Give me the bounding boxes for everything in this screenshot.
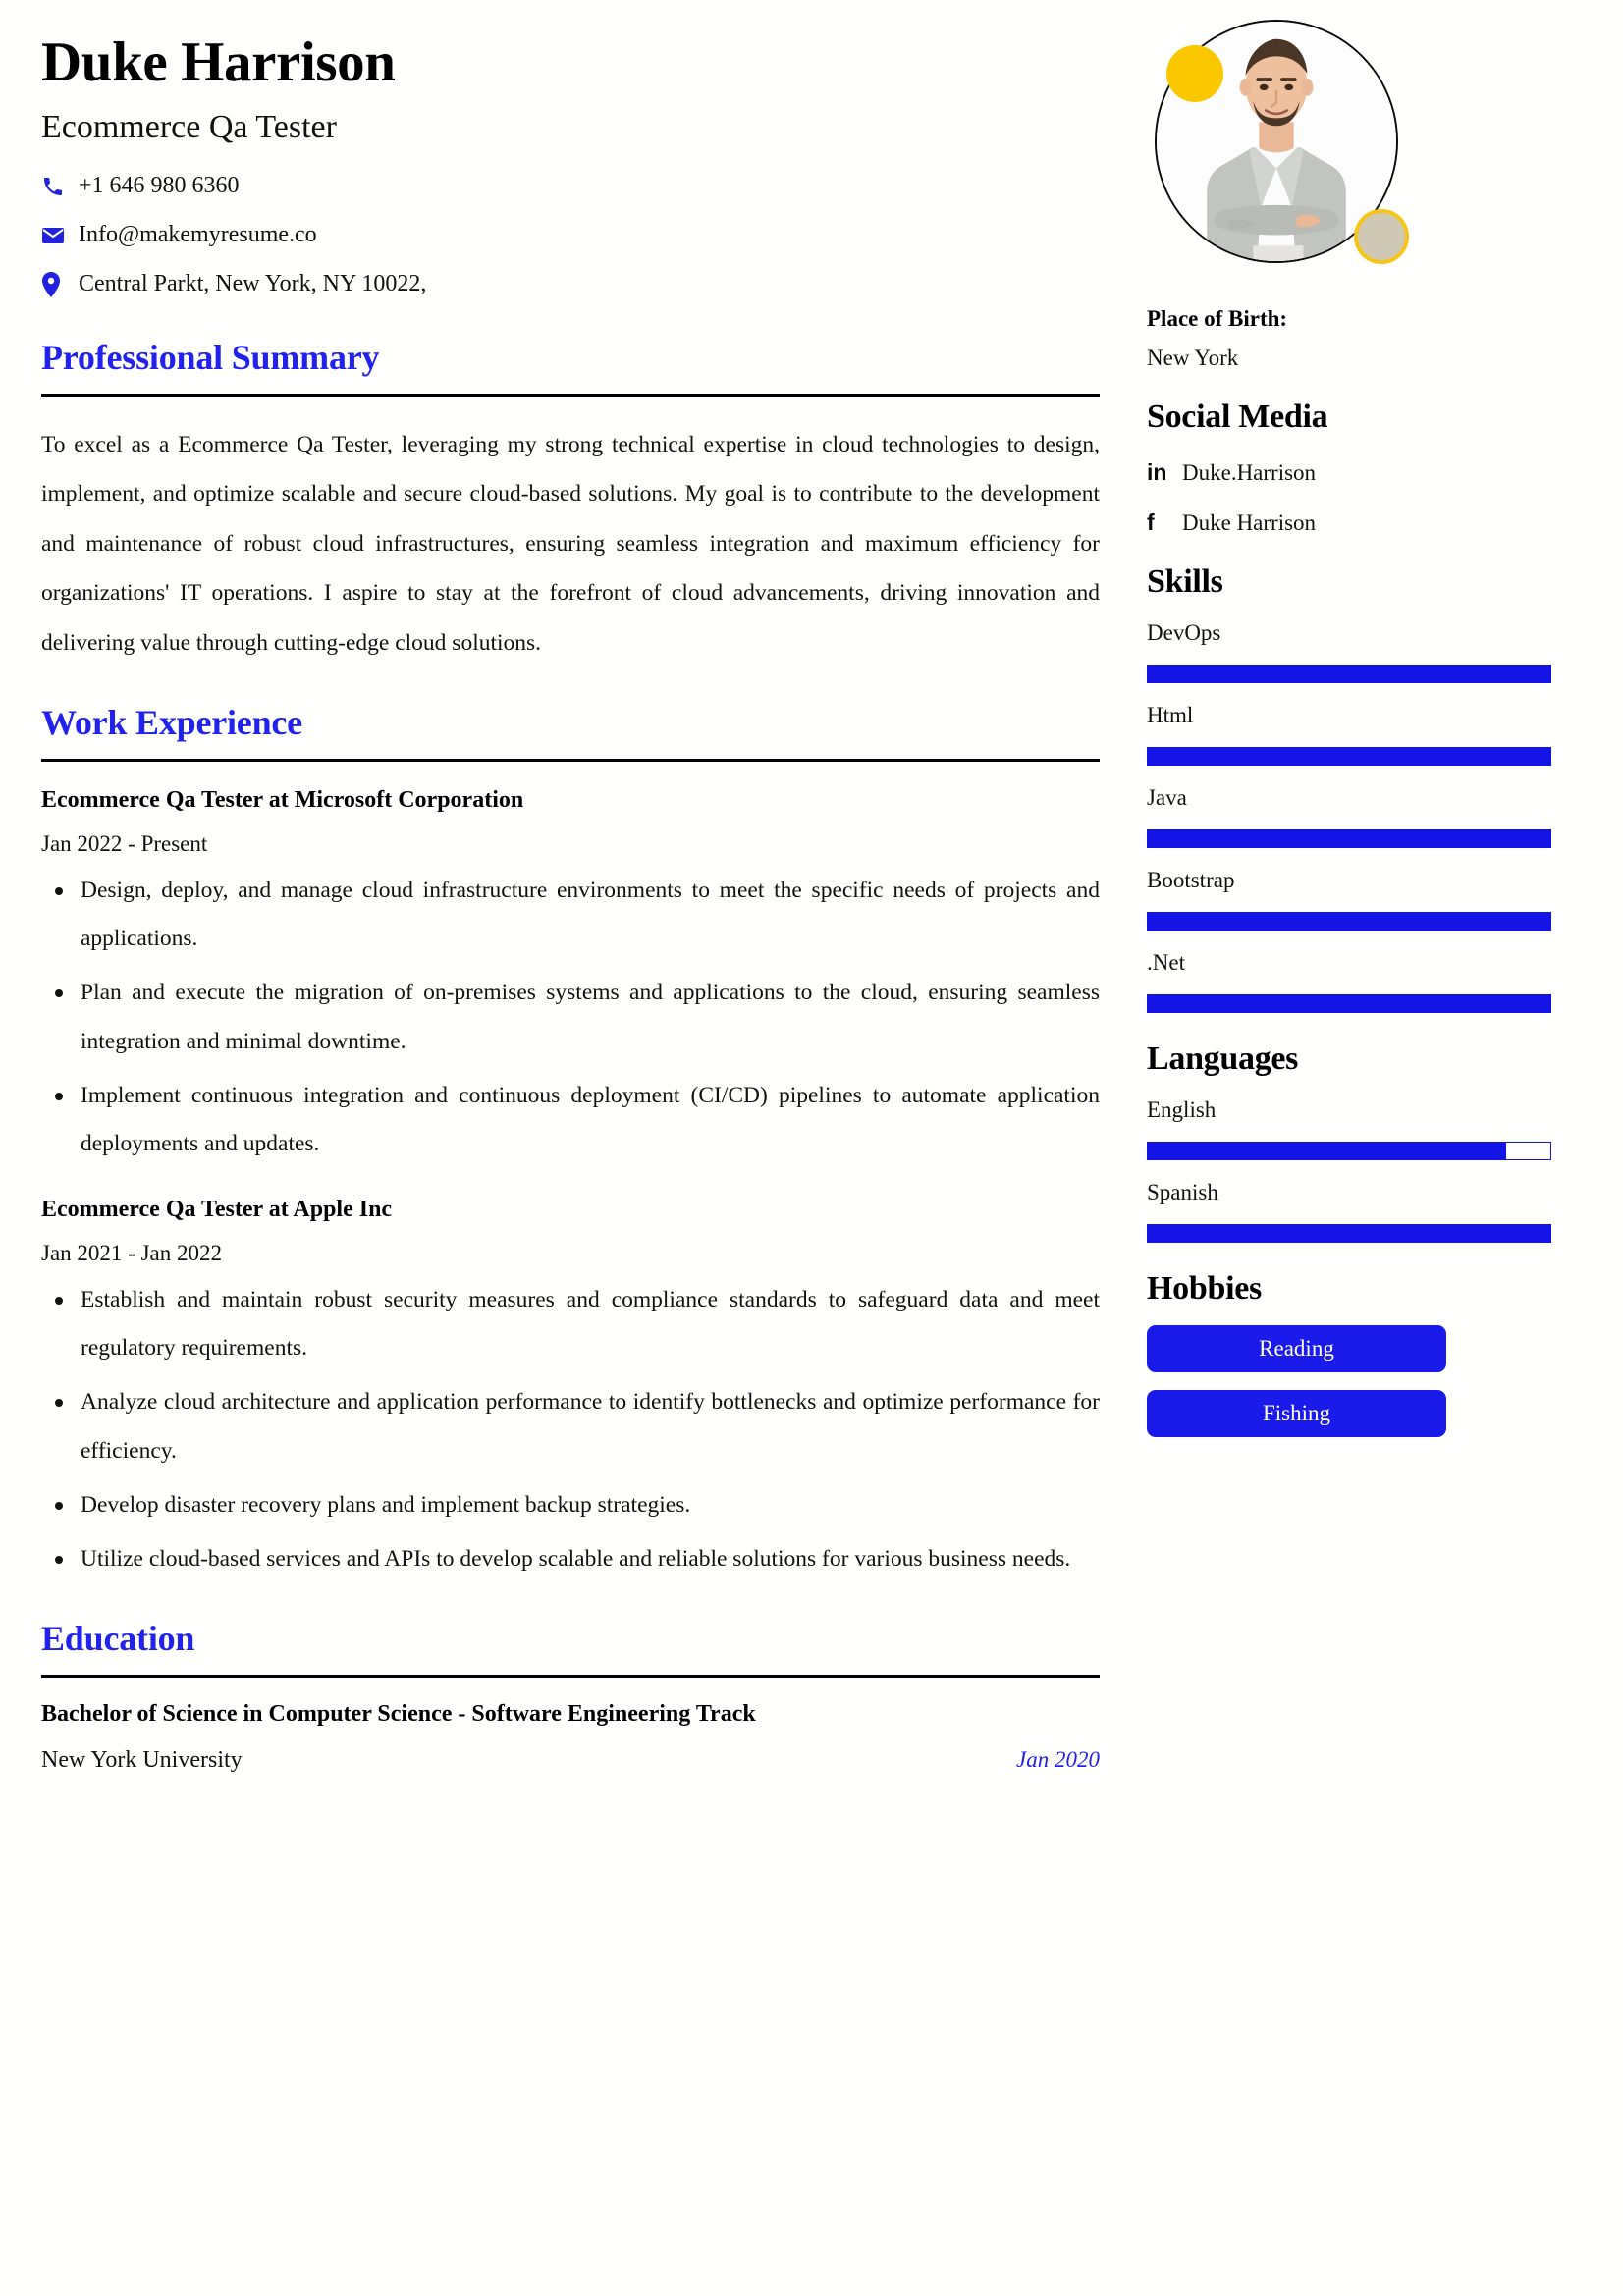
skill-bar xyxy=(1147,912,1551,931)
contact-list: +1 646 980 6360 Info@makemyresume.co Cen… xyxy=(41,168,1129,303)
education-detail-row: New York University Jan 2020 xyxy=(41,1747,1100,1774)
list-item: Implement continuous integration and con… xyxy=(41,1072,1100,1169)
language-bar xyxy=(1147,1142,1551,1160)
skill-bar xyxy=(1147,665,1551,683)
linkedin-icon: in xyxy=(1147,459,1167,485)
list-item: Develop disaster recovery plans and impl… xyxy=(41,1481,1100,1529)
skill-label: Java xyxy=(1147,785,1187,810)
contact-email-text: Info@makemyresume.co xyxy=(79,222,317,248)
sidebar-heading-skills: Skills xyxy=(1147,563,1223,600)
experience-bullet-list: Design, deploy, and manage cloud infrast… xyxy=(41,867,1100,1169)
education-school: New York University xyxy=(41,1746,243,1773)
education-date: Jan 2020 xyxy=(1016,1746,1100,1772)
skill-item: DevOps xyxy=(1147,620,1582,683)
contact-phone-row: +1 646 980 6360 xyxy=(41,168,1129,205)
resume-page: Duke Harrison Ecommerce Qa Tester +1 646… xyxy=(0,0,1623,2296)
place-of-birth-label: Place of Birth: xyxy=(1147,306,1288,331)
skill-item: .Net xyxy=(1147,950,1582,1013)
social-link-facebook[interactable]: f Duke Harrison xyxy=(1147,509,1582,536)
skill-bar-fill xyxy=(1148,913,1550,930)
skill-item: Html xyxy=(1147,703,1582,766)
language-label: English xyxy=(1147,1097,1217,1122)
hobby-tag: Fishing xyxy=(1147,1390,1446,1437)
experience-entry: Ecommerce Qa Tester at Microsoft Corpora… xyxy=(41,787,1100,1169)
list-item: Analyze cloud architecture and applicati… xyxy=(41,1378,1100,1475)
contact-email-row: Info@makemyresume.co xyxy=(41,217,1129,254)
section-divider xyxy=(41,758,1100,762)
summary-text: To excel as a Ecommerce Qa Tester, lever… xyxy=(41,431,1100,656)
section-divider xyxy=(41,1674,1100,1678)
experience-title: Ecommerce Qa Tester at Microsoft Corpora… xyxy=(41,786,524,813)
language-bar-fill xyxy=(1148,1225,1550,1242)
skill-label: Html xyxy=(1147,703,1194,727)
experience-title: Ecommerce Qa Tester at Apple Inc xyxy=(41,1196,393,1222)
skill-bar-fill xyxy=(1148,995,1550,1012)
section-heading-work-experience: Work Experience xyxy=(41,702,302,742)
experience-entry: Ecommerce Qa Tester at Apple Inc Jan 202… xyxy=(41,1197,1100,1584)
language-bar xyxy=(1147,1224,1551,1243)
sidebar-heading-hobbies: Hobbies xyxy=(1147,1270,1262,1307)
skill-bar xyxy=(1147,994,1551,1013)
profile-photo-area xyxy=(1147,8,1559,302)
envelope-icon xyxy=(41,225,71,246)
skill-bar-fill xyxy=(1148,748,1550,765)
education-degree: Bachelor of Science in Computer Science … xyxy=(41,1700,756,1727)
language-item: English xyxy=(1147,1097,1582,1160)
skill-item: Java xyxy=(1147,785,1582,848)
job-title: Ecommerce Qa Tester xyxy=(41,108,337,145)
section-heading-summary: Professional Summary xyxy=(41,337,380,377)
skill-label: DevOps xyxy=(1147,620,1221,645)
language-item: Spanish xyxy=(1147,1180,1582,1243)
list-item: Establish and maintain robust security m… xyxy=(41,1276,1100,1373)
page-title: Duke Harrison xyxy=(41,31,396,93)
section-divider xyxy=(41,393,1100,397)
list-item: Utilize cloud-based services and APIs to… xyxy=(41,1535,1100,1583)
main-content-column: Duke Harrison Ecommerce Qa Tester +1 646… xyxy=(0,0,1129,2296)
facebook-icon: f xyxy=(1147,509,1155,535)
list-item: Design, deploy, and manage cloud infrast… xyxy=(41,867,1100,964)
location-pin-icon xyxy=(41,271,71,297)
experience-dates: Jan 2021 - Jan 2022 xyxy=(41,1240,222,1265)
phone-icon xyxy=(41,175,71,198)
education-entry: Bachelor of Science in Computer Science … xyxy=(41,1701,1100,1774)
list-item: Plan and execute the migration of on-pre… xyxy=(41,969,1100,1066)
section-heading-education: Education xyxy=(41,1618,195,1658)
social-handle: Duke.Harrison xyxy=(1182,459,1317,485)
skill-item: Bootstrap xyxy=(1147,868,1582,931)
skill-bar xyxy=(1147,829,1551,848)
sidebar-heading-languages: Languages xyxy=(1147,1041,1299,1077)
yellow-circle-decoration xyxy=(1166,45,1223,102)
skill-label: .Net xyxy=(1147,950,1185,975)
contact-address-row: Central Parkt, New York, NY 10022, xyxy=(41,266,1129,303)
language-label: Spanish xyxy=(1147,1180,1218,1204)
beige-circle-decoration xyxy=(1354,209,1409,264)
hobby-tag: Reading xyxy=(1147,1325,1446,1372)
sidebar-heading-social-media: Social Media xyxy=(1147,399,1328,435)
social-link-linkedin[interactable]: in Duke.Harrison xyxy=(1147,459,1582,486)
skill-label: Bootstrap xyxy=(1147,868,1235,892)
skill-bar-fill xyxy=(1148,830,1550,847)
sidebar-column: Place of Birth: New York Social Media in… xyxy=(1129,0,1623,2296)
experience-bullet-list: Establish and maintain robust security m… xyxy=(41,1276,1100,1584)
social-handle: Duke Harrison xyxy=(1182,509,1317,535)
skill-bar-fill xyxy=(1148,666,1550,682)
skill-bar xyxy=(1147,747,1551,766)
contact-address-text: Central Parkt, New York, NY 10022, xyxy=(79,271,427,297)
experience-dates: Jan 2022 - Present xyxy=(41,830,208,856)
contact-phone-text: +1 646 980 6360 xyxy=(79,173,240,199)
language-bar-fill xyxy=(1148,1143,1506,1159)
place-of-birth-value: New York xyxy=(1147,346,1239,370)
